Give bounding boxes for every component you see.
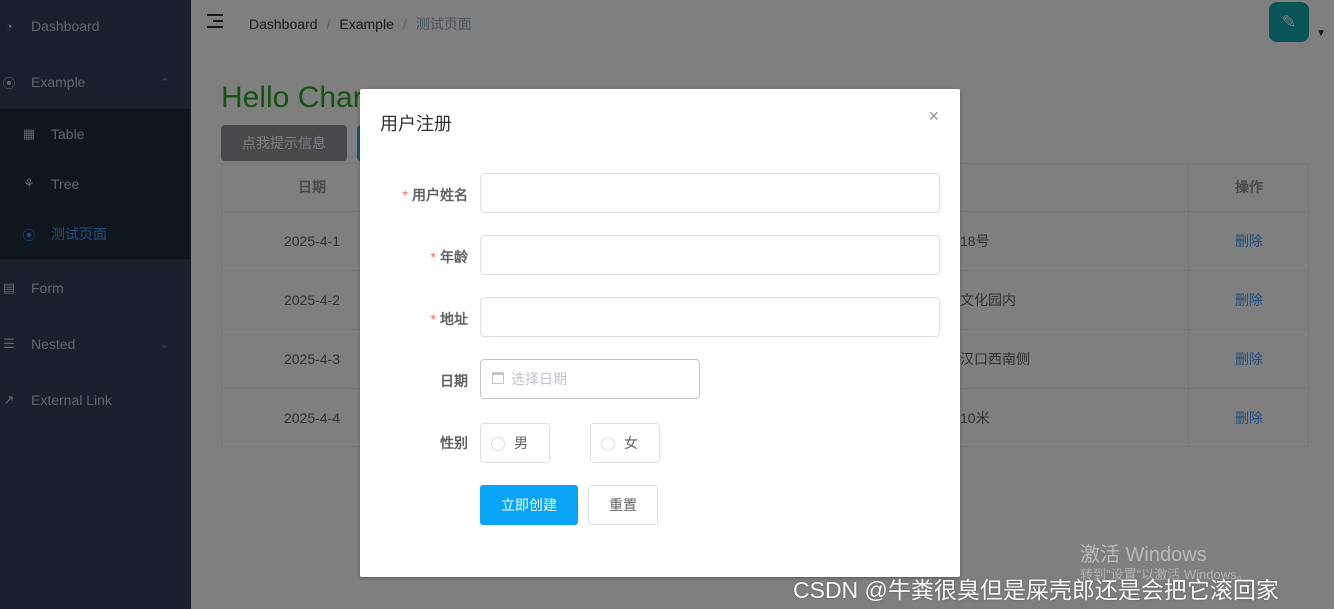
address-label: * 地址 — [430, 311, 468, 327]
age-input[interactable] — [480, 235, 940, 275]
calendar-icon — [492, 372, 504, 384]
radio-female[interactable]: 女 — [590, 423, 660, 463]
close-icon[interactable]: × — [928, 107, 939, 125]
radio-label: 女 — [624, 435, 638, 451]
address-input[interactable] — [480, 297, 940, 337]
required-mark: * — [402, 187, 408, 203]
register-dialog: 用户注册 × * 用户姓名 * 年龄 * 地址 日期 选择日期 性别 男 女 立即创建… — [360, 89, 960, 577]
date-picker[interactable]: 选择日期 — [480, 359, 700, 399]
csdn-watermark: CSDN @牛粪很臭但是屎壳郎还是会把它滚回家 — [793, 577, 1279, 603]
required-mark: * — [430, 249, 436, 265]
radio-label: 男 — [514, 435, 528, 451]
radio-circle-icon — [491, 437, 505, 451]
required-mark: * — [430, 311, 436, 327]
create-button[interactable]: 立即创建 — [480, 485, 578, 525]
activate-windows-title: 激活 Windows — [1080, 544, 1207, 566]
age-label: * 年龄 — [430, 249, 468, 265]
reset-button[interactable]: 重置 — [588, 485, 658, 525]
name-input[interactable] — [480, 173, 940, 213]
gender-label: 性别 — [440, 435, 468, 451]
date-placeholder: 选择日期 — [511, 371, 567, 387]
radio-male[interactable]: 男 — [480, 423, 550, 463]
date-label: 日期 — [440, 373, 468, 389]
radio-circle-icon — [601, 437, 615, 451]
dialog-title: 用户注册 — [380, 114, 452, 134]
name-label: * 用户姓名 — [402, 187, 468, 203]
